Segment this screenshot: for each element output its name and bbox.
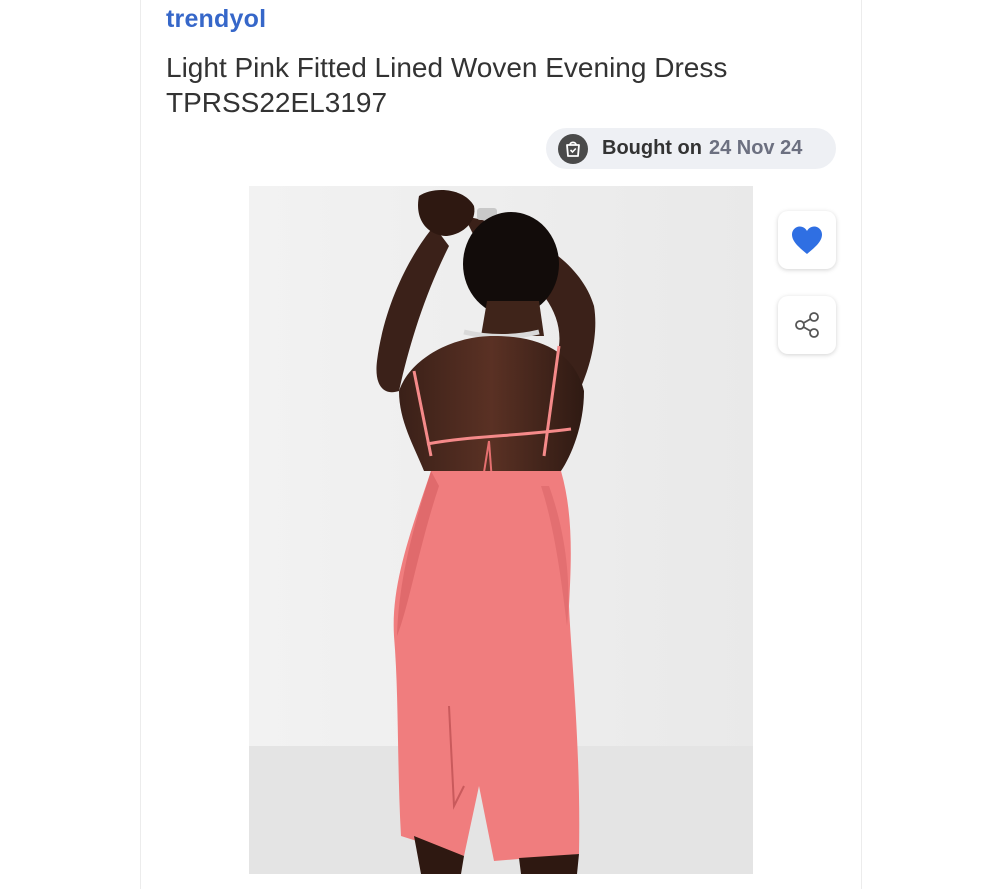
purchase-badge: Bought on 24 Nov 24: [546, 128, 836, 169]
product-image[interactable]: [249, 186, 753, 874]
favorite-button[interactable]: [778, 211, 836, 269]
share-button[interactable]: [778, 296, 836, 354]
brand-name[interactable]: trendyol: [166, 5, 266, 34]
purchase-date: 24 Nov 24: [708, 137, 803, 159]
heart-icon: [792, 226, 822, 254]
product-card: trendyol Light Pink Fitted Lined Woven E…: [140, 0, 862, 889]
product-title: Light Pink Fitted Lined Woven Evening Dr…: [166, 52, 728, 118]
purchase-label: Bought on: [602, 137, 702, 159]
shopping-bag-icon: [558, 133, 588, 164]
share-icon: [795, 312, 819, 338]
